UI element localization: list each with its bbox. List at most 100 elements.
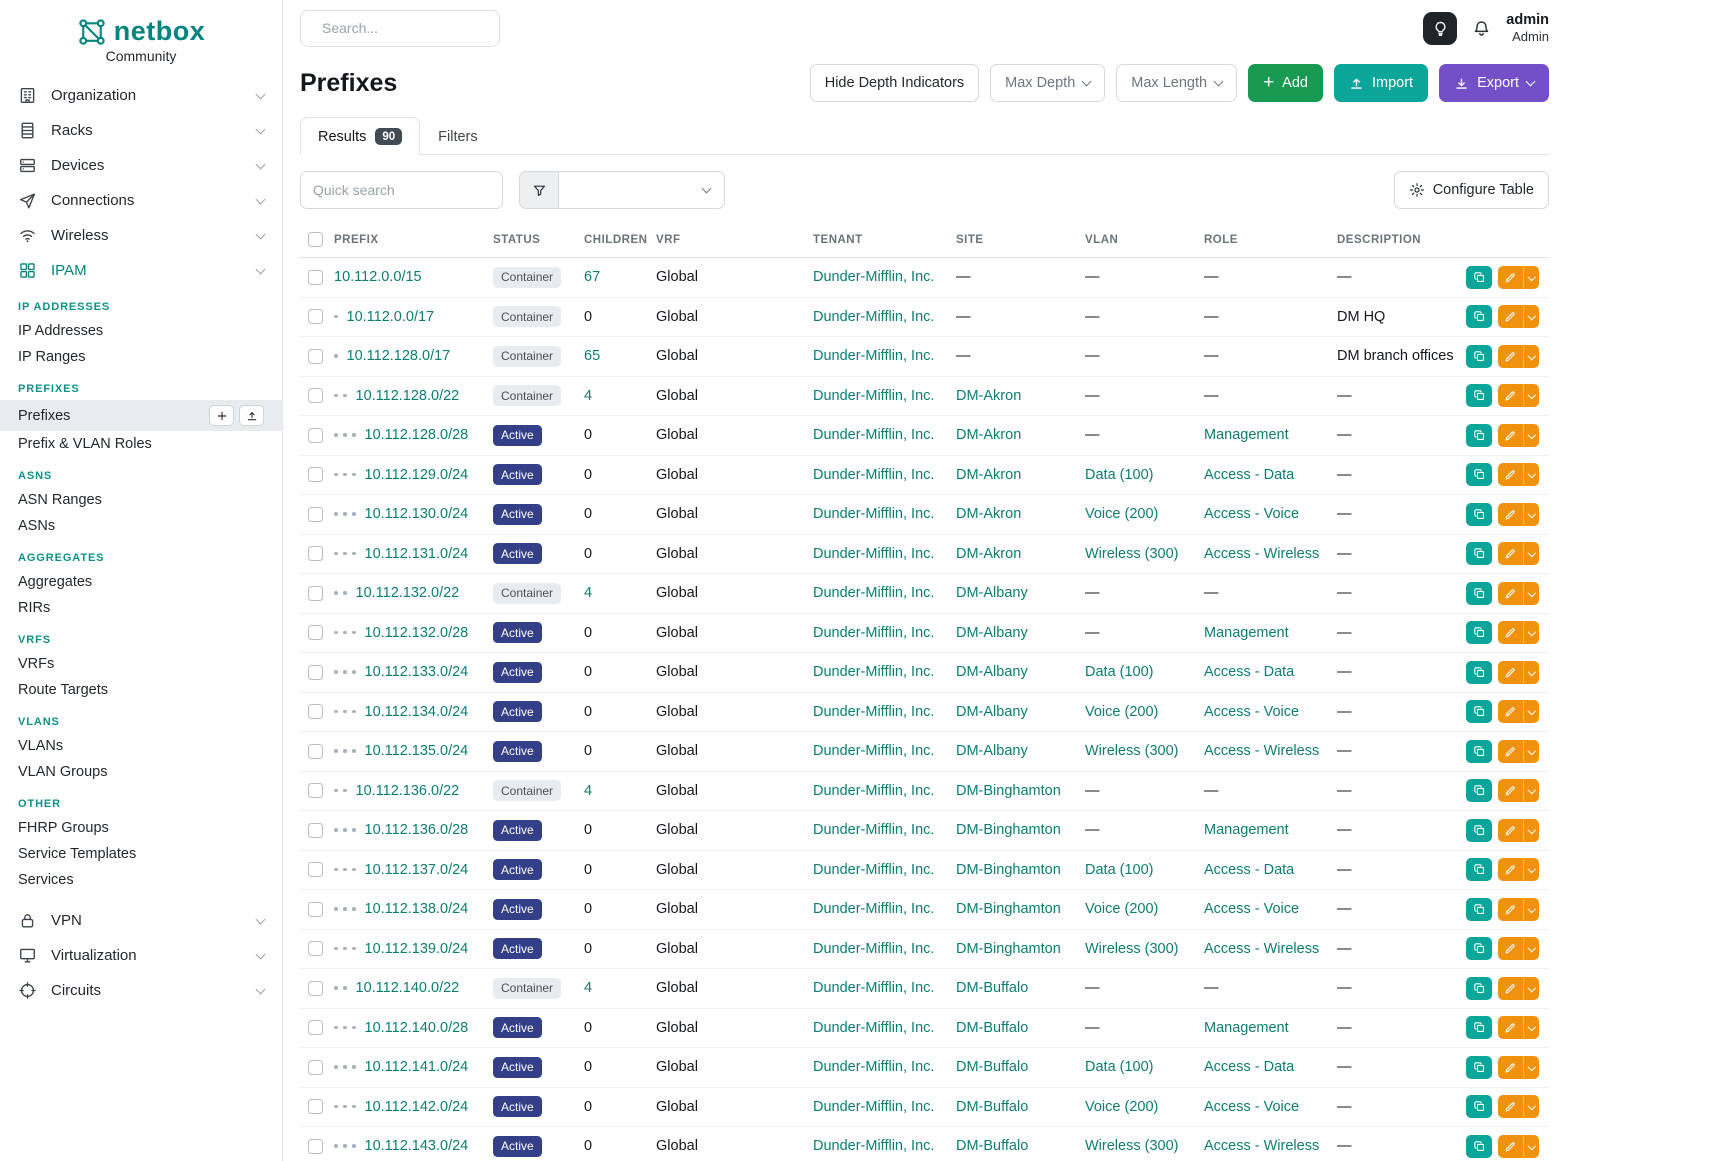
import-button[interactable]: Import — [1334, 64, 1428, 102]
edit-button[interactable] — [1498, 345, 1523, 368]
tenant-link[interactable]: Dunder-Mifflin, Inc. — [813, 427, 934, 443]
quick-import-button[interactable] — [239, 405, 264, 426]
clone-button[interactable] — [1466, 937, 1492, 960]
prefix-link[interactable]: 10.112.133.0/24 — [365, 664, 469, 680]
quick-add-button[interactable] — [209, 405, 234, 426]
quick-search-input[interactable] — [300, 171, 503, 209]
tenant-link[interactable]: Dunder-Mifflin, Inc. — [813, 467, 934, 483]
site-link[interactable]: DM-Albany — [956, 585, 1028, 601]
row-checkbox[interactable] — [308, 1099, 323, 1114]
sidebar-item-prefix-vlan-roles[interactable]: Prefix & VLAN Roles — [0, 431, 282, 457]
tenant-link[interactable]: Dunder-Mifflin, Inc. — [813, 980, 934, 996]
edit-dropdown-button[interactable] — [1523, 740, 1539, 763]
sidebar-item-vlans[interactable]: VLANs — [0, 733, 282, 759]
clone-button[interactable] — [1466, 266, 1492, 289]
clone-button[interactable] — [1466, 1095, 1492, 1118]
vlan-link[interactable]: Wireless (300) — [1085, 546, 1178, 562]
row-checkbox[interactable] — [308, 507, 323, 522]
configure-table-button[interactable]: Configure Table — [1394, 171, 1549, 209]
role-link[interactable]: Access - Data — [1204, 467, 1294, 483]
edit-dropdown-button[interactable] — [1523, 384, 1539, 407]
vlan-link[interactable]: Wireless (300) — [1085, 1138, 1178, 1154]
edit-dropdown-button[interactable] — [1523, 1056, 1539, 1079]
children-link[interactable]: 4 — [584, 783, 592, 799]
prefix-link[interactable]: 10.112.140.0/22 — [356, 980, 460, 996]
edit-dropdown-button[interactable] — [1523, 700, 1539, 723]
edit-button[interactable] — [1498, 463, 1523, 486]
row-checkbox[interactable] — [308, 902, 323, 917]
sidebar-item-asns[interactable]: ASNs — [0, 513, 282, 539]
edit-button[interactable] — [1498, 1135, 1523, 1158]
tenant-link[interactable]: Dunder-Mifflin, Inc. — [813, 388, 934, 404]
prefix-link[interactable]: 10.112.132.0/22 — [356, 585, 460, 601]
clone-button[interactable] — [1466, 977, 1492, 1000]
clone-button[interactable] — [1466, 582, 1492, 605]
edit-button[interactable] — [1498, 384, 1523, 407]
role-link[interactable]: Access - Voice — [1204, 901, 1299, 917]
edit-button[interactable] — [1498, 779, 1523, 802]
edit-dropdown-button[interactable] — [1523, 305, 1539, 328]
site-link[interactable]: DM-Albany — [956, 625, 1028, 641]
export-button[interactable]: Export — [1439, 64, 1549, 102]
clone-button[interactable] — [1466, 1016, 1492, 1039]
clone-button[interactable] — [1466, 661, 1492, 684]
edit-dropdown-button[interactable] — [1523, 463, 1539, 486]
sidebar-item-service-templates[interactable]: Service Templates — [0, 841, 282, 867]
prefix-link[interactable]: 10.112.136.0/28 — [365, 822, 469, 838]
edit-dropdown-button[interactable] — [1523, 819, 1539, 842]
sidebar-item-connections[interactable]: Connections — [0, 183, 282, 218]
tenant-link[interactable]: Dunder-Mifflin, Inc. — [813, 269, 934, 285]
edit-dropdown-button[interactable] — [1523, 582, 1539, 605]
clone-button[interactable] — [1466, 424, 1492, 447]
edit-button[interactable] — [1498, 503, 1523, 526]
clone-button[interactable] — [1466, 463, 1492, 486]
edit-dropdown-button[interactable] — [1523, 977, 1539, 1000]
clone-button[interactable] — [1466, 898, 1492, 921]
edit-button[interactable] — [1498, 858, 1523, 881]
prefix-link[interactable]: 10.112.131.0/24 — [365, 546, 469, 562]
children-link[interactable]: 4 — [584, 980, 592, 996]
role-link[interactable]: Management — [1204, 1020, 1289, 1036]
sidebar-item-ip-ranges[interactable]: IP Ranges — [0, 344, 282, 370]
site-link[interactable]: DM-Binghamton — [956, 941, 1061, 957]
sidebar-item-vlan-groups[interactable]: VLAN Groups — [0, 759, 282, 785]
prefix-link[interactable]: 10.112.138.0/24 — [365, 901, 469, 917]
site-link[interactable]: DM-Binghamton — [956, 862, 1061, 878]
role-link[interactable]: Management — [1204, 625, 1289, 641]
tenant-link[interactable]: Dunder-Mifflin, Inc. — [813, 585, 934, 601]
theme-toggle-button[interactable] — [1423, 12, 1457, 45]
max-length-dropdown[interactable]: Max Length — [1116, 64, 1237, 102]
edit-button[interactable] — [1498, 1016, 1523, 1039]
site-link[interactable]: DM-Akron — [956, 546, 1021, 562]
filter-button[interactable] — [519, 171, 559, 209]
prefix-link[interactable]: 10.112.136.0/22 — [356, 783, 460, 799]
row-checkbox[interactable] — [308, 309, 323, 324]
edit-dropdown-button[interactable] — [1523, 345, 1539, 368]
vlan-link[interactable]: Data (100) — [1085, 862, 1154, 878]
clone-button[interactable] — [1466, 384, 1492, 407]
vlan-link[interactable]: Voice (200) — [1085, 506, 1158, 522]
prefix-link[interactable]: 10.112.129.0/24 — [365, 467, 469, 483]
tenant-link[interactable]: Dunder-Mifflin, Inc. — [813, 1020, 934, 1036]
edit-dropdown-button[interactable] — [1523, 1016, 1539, 1039]
sidebar-item-vpn[interactable]: VPN — [0, 903, 282, 938]
sidebar-item-organization[interactable]: Organization — [0, 78, 282, 113]
tenant-link[interactable]: Dunder-Mifflin, Inc. — [813, 546, 934, 562]
row-checkbox[interactable] — [308, 783, 323, 798]
tenant-link[interactable]: Dunder-Mifflin, Inc. — [813, 901, 934, 917]
prefix-link[interactable]: 10.112.135.0/24 — [365, 743, 469, 759]
edit-button[interactable] — [1498, 937, 1523, 960]
edit-dropdown-button[interactable] — [1523, 542, 1539, 565]
edit-dropdown-button[interactable] — [1523, 503, 1539, 526]
row-checkbox[interactable] — [308, 981, 323, 996]
row-checkbox[interactable] — [308, 388, 323, 403]
edit-dropdown-button[interactable] — [1523, 266, 1539, 289]
role-link[interactable]: Access - Data — [1204, 664, 1294, 680]
site-link[interactable]: DM-Buffalo — [956, 1099, 1028, 1115]
site-link[interactable]: DM-Akron — [956, 467, 1021, 483]
vlan-link[interactable]: Voice (200) — [1085, 901, 1158, 917]
sidebar-item-services[interactable]: Services — [0, 867, 282, 893]
edit-button[interactable] — [1498, 1095, 1523, 1118]
role-link[interactable]: Access - Wireless — [1204, 941, 1319, 957]
prefix-link[interactable]: 10.112.137.0/24 — [365, 862, 469, 878]
